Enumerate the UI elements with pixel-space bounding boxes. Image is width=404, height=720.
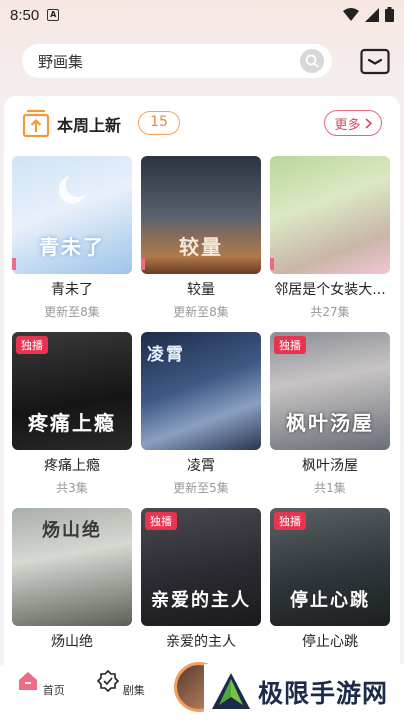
series-title: 凌霄 [187,458,215,474]
new-this-week-card: 本周上新 15 更多 青未了 青未了 更新至8集 较量 较量 更新至8集 邻居是… [4,96,400,666]
inbox-icon[interactable] [360,47,390,75]
series-cover[interactable]: 独播 停止心跳 [270,508,390,626]
series-card[interactable]: 独播 停止心跳 停止心跳 [270,508,390,651]
series-cover[interactable]: 独播 枫叶汤屋 [270,332,390,450]
nav-home-label: 首页 [42,684,65,697]
exclusive-badge: 独播 [274,512,306,530]
cover-tab [141,258,145,270]
watermark-logo-icon [212,673,250,709]
home-icon [19,672,38,690]
search-input[interactable]: 野画集 [22,44,332,78]
series-cover[interactable]: 青未了 [12,156,132,274]
series-title: 停止心跳 [302,634,358,650]
section-title: 本周上新 [57,116,122,135]
series-cover[interactable] [270,156,390,274]
series-card[interactable]: 凌霄 凌霄 更新至5集 [141,332,261,496]
cover-text: 枫叶汤屋 [286,411,374,435]
watermark: 极限手游网 [204,664,404,720]
status-time: 8:50 [10,6,40,24]
series-episodes: 更新至8集 [173,305,229,319]
exclusive-badge: 独播 [145,512,177,530]
series-cover[interactable]: 凌霄 [141,332,261,450]
series-title: 青未了 [51,282,93,298]
search-button[interactable] [300,49,324,73]
series-card[interactable]: 邻居是个女装大... 共27集 [270,156,390,320]
nav-home[interactable]: 首页 [16,670,66,698]
count-badge: 15 [138,111,180,135]
series-cover[interactable]: 炀山绝 [12,508,132,626]
series-icon [97,669,120,693]
series-cover[interactable]: 较量 [141,156,261,274]
series-title: 枫叶汤屋 [302,458,358,474]
series-card[interactable]: 独播 亲爱的主人 亲爱的主人 [141,508,261,651]
exclusive-badge: 独播 [274,336,306,354]
series-title: 疼痛上瘾 [44,458,100,474]
battery-icon [385,7,394,22]
series-card[interactable]: 独播 疼痛上瘾 疼痛上瘾 共3集 [12,332,132,496]
series-title: 邻居是个女装大... [274,282,386,298]
series-episodes: 更新至8集 [44,305,100,319]
wifi-icon [343,7,359,21]
chevron-right-icon [364,117,372,129]
cover-text: 炀山绝 [42,520,102,541]
search-row: 野画集 [22,44,390,78]
exclusive-badge: 独播 [16,336,48,354]
series-card[interactable]: 独播 枫叶汤屋 枫叶汤屋 共1集 [270,332,390,496]
series-card[interactable]: 青未了 青未了 更新至8集 [12,156,132,320]
more-label: 更多 [334,117,361,133]
signal-icon [365,7,379,22]
search-icon [305,54,319,68]
status-bar: 8:50 A [0,0,404,30]
cover-text: 亲爱的主人 [151,590,251,611]
section-header: 本周上新 15 更多 [22,108,386,138]
new-release-icon [22,109,50,138]
series-cover[interactable]: 独播 亲爱的主人 [141,508,261,626]
cover-text: 青未了 [39,235,105,259]
nav-series[interactable]: 剧集 [96,669,146,698]
cover-text: 疼痛上瘾 [28,411,116,435]
series-card[interactable]: 炀山绝 炀山绝 [12,508,132,651]
watermark-text: 极限手游网 [258,679,389,708]
series-episodes: 共3集 [56,481,88,495]
series-episodes: 共1集 [314,481,346,495]
series-title: 较量 [187,282,215,298]
cover-tab [270,258,274,270]
series-episodes: 共27集 [310,305,350,319]
more-button[interactable]: 更多 [324,110,382,136]
series-episodes: 更新至5集 [173,481,229,495]
search-value: 野画集 [38,52,84,71]
cover-text: 凌霄 [147,345,185,365]
series-card[interactable]: 较量 较量 更新至8集 [141,156,261,320]
series-cover[interactable]: 独播 疼痛上瘾 [12,332,132,450]
cover-tab [12,258,16,270]
cover-text: 较量 [179,235,223,259]
series-title: 亲爱的主人 [166,634,236,650]
series-title: 炀山绝 [51,634,93,650]
notification-icon: A [47,9,60,21]
cover-text: 停止心跳 [290,590,370,611]
nav-series-label: 剧集 [122,684,145,697]
